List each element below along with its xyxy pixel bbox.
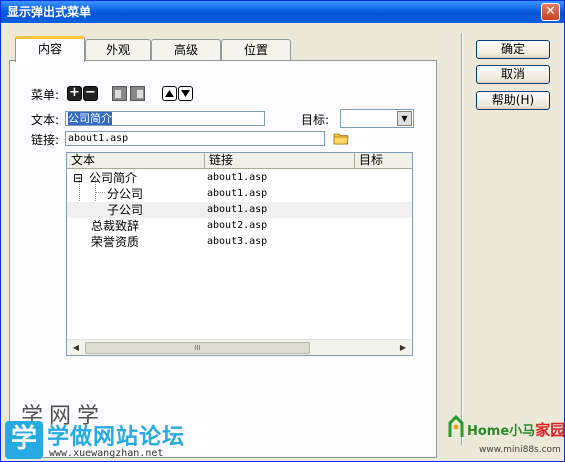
remove-item-button[interactable]: − — [83, 86, 98, 101]
tab-label: 位置 — [243, 43, 268, 57]
list-item[interactable]: ⊟ 公司简介 about1.asp — [67, 170, 412, 186]
list-item[interactable]: 子公司 about1.asp — [67, 202, 412, 218]
tab-label: 内容 — [37, 42, 62, 56]
house-logo-icon — [448, 415, 464, 437]
column-header-text[interactable]: 文本 — [67, 153, 205, 169]
text-input-value: 公司简介 — [68, 112, 112, 125]
watermark-brand-text: Home小马 — [467, 424, 536, 439]
add-item-button[interactable]: + — [67, 86, 82, 101]
list-item[interactable]: 总裁致辞 about2.asp — [67, 218, 412, 234]
watermark-brand-accent: 家园 — [535, 421, 565, 439]
ok-button[interactable]: 确定 — [476, 40, 550, 59]
window-title: 显示弹出式菜单 — [7, 5, 92, 19]
move-up-button[interactable] — [162, 86, 177, 101]
item-link: about1.asp — [207, 188, 268, 199]
list-item[interactable]: 荣誉资质 about3.asp — [67, 234, 412, 250]
target-select[interactable]: ▼ — [340, 109, 414, 128]
column-header-target[interactable]: 目标 — [355, 153, 412, 169]
browse-folder-icon[interactable] — [333, 132, 349, 145]
watermark-right-url: www.mini88s.com — [479, 445, 561, 455]
tab-advanced[interactable]: 高级 — [151, 39, 221, 61]
text-label: 文本: — [31, 113, 60, 127]
link-input-value: about1.asp — [68, 133, 129, 144]
item-link: about3.asp — [207, 236, 268, 247]
item-text: 总裁致辞 — [91, 219, 140, 233]
divider — [461, 33, 463, 445]
item-link: about1.asp — [207, 204, 268, 215]
item-link: about2.asp — [207, 220, 268, 231]
triangle-up-icon — [165, 90, 174, 97]
menu-items-list[interactable]: 文本 链接 目标 ⊟ 公司简介 about1.asp 分公司 about1.as… — [66, 152, 413, 356]
expander-icon[interactable]: ⊟ — [73, 170, 83, 186]
triangle-down-icon — [181, 90, 190, 97]
link-label: 链接: — [31, 133, 60, 147]
target-label: 目标: — [301, 113, 330, 127]
watermark-title: 学做网站论坛 — [47, 425, 186, 450]
indent-icon — [137, 90, 143, 98]
list-item[interactable]: 分公司 about1.asp — [67, 186, 412, 202]
tab-appearance[interactable]: 外观 — [85, 39, 151, 61]
title-bar[interactable]: 显示弹出式菜单 — [1, 1, 564, 23]
indent-item-button[interactable] — [130, 86, 145, 101]
tab-label: 外观 — [105, 43, 130, 57]
item-text: 公司简介 — [89, 171, 138, 185]
item-text: 分公司 — [107, 187, 144, 201]
watermark-url: www.xuewangzhan.net — [49, 448, 164, 459]
watermark-badge: 学 — [5, 421, 43, 459]
menu-label: 菜单: — [31, 88, 60, 102]
move-down-button[interactable] — [178, 86, 193, 101]
item-link: about1.asp — [207, 172, 268, 183]
chevron-down-icon[interactable]: ▼ — [397, 111, 412, 126]
text-input[interactable]: 公司简介 — [65, 111, 265, 126]
link-input[interactable]: about1.asp — [65, 131, 325, 146]
tab-label: 高级 — [173, 43, 198, 57]
outdent-item-button[interactable] — [112, 86, 127, 101]
help-button[interactable]: 帮助(H) — [476, 91, 550, 110]
cancel-button[interactable]: 取消 — [476, 65, 550, 84]
item-text: 荣誉资质 — [91, 235, 140, 249]
column-header-link[interactable]: 链接 — [205, 153, 355, 169]
watermark-brand: Home小马家园 — [467, 419, 565, 440]
scroll-left-icon[interactable]: ◀ — [69, 341, 83, 355]
popup-menu-dialog: 显示弹出式菜单 ✕ 内容 外观 高级 位置 菜单: + − 文本: 公司简介 目… — [0, 0, 565, 462]
tab-content[interactable]: 内容 — [15, 36, 85, 62]
outdent-icon — [115, 90, 121, 98]
list-header: 文本 链接 目标 — [67, 153, 412, 169]
item-text: 子公司 — [107, 203, 144, 217]
scroll-right-icon[interactable]: ▶ — [396, 341, 410, 355]
horizontal-scrollbar[interactable]: ◀ III ▶ — [67, 339, 412, 355]
close-button[interactable]: ✕ — [541, 3, 560, 21]
tab-position[interactable]: 位置 — [221, 39, 291, 61]
scroll-thumb[interactable]: III — [85, 342, 310, 354]
